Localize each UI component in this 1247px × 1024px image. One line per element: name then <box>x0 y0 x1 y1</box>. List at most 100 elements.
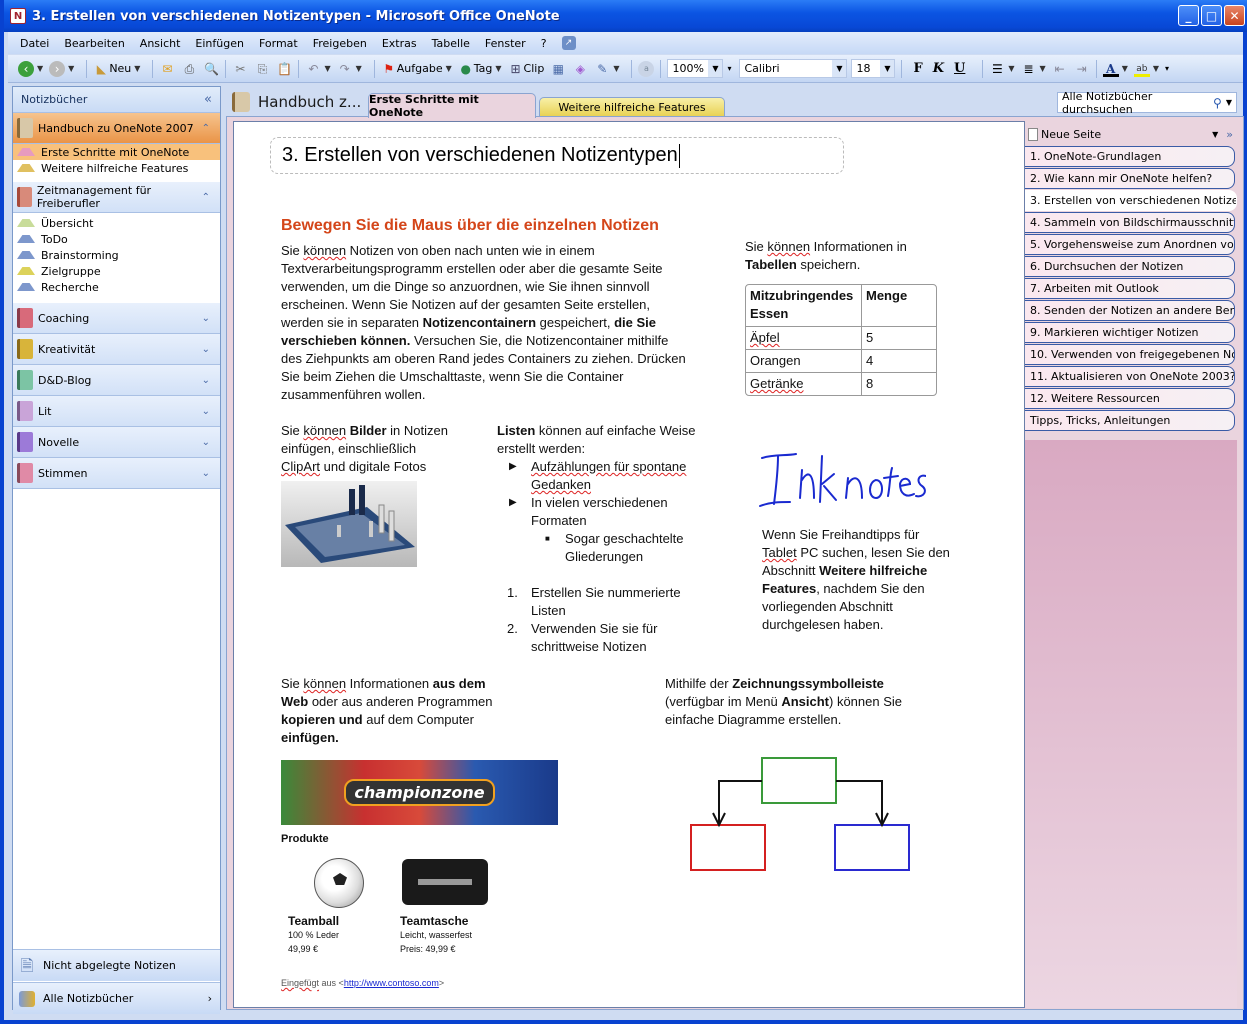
chevron-down-icon[interactable]: ▼ <box>1226 98 1232 107</box>
print-preview-icon[interactable]: 🔍 <box>203 61 219 77</box>
diagram-drawing[interactable] <box>684 750 924 874</box>
section-todo[interactable]: ToDo <box>13 231 220 247</box>
new-button[interactable]: ◣ Neu ▼ <box>93 61 141 77</box>
pen-button[interactable]: ✎ ▼ <box>594 61 619 77</box>
menu-fenster[interactable]: Fenster <box>485 37 526 50</box>
notebook-zeitmanagement[interactable]: Zeitmanagement für Freiberufler ⌃ <box>13 182 220 213</box>
page-tab[interactable]: 8. Senden der Notizen an andere Benutz <box>1025 300 1235 321</box>
task-button[interactable]: ⚑ Aufgabe ▼ <box>381 61 451 77</box>
note-container-table[interactable]: Sie können Informationen in Tabellen spe… <box>745 238 937 396</box>
section-erste-schritte[interactable]: Erste Schritte mit OneNote <box>13 144 220 160</box>
redo-button[interactable]: ↷ ▼ <box>337 61 362 77</box>
section-weitere-features[interactable]: Weitere hilfreiche Features <box>13 160 220 176</box>
notebook-dd-blog[interactable]: D&D-Blog ⌄ <box>13 365 220 396</box>
page-tab[interactable]: 6. Durchsuchen der Notizen <box>1025 256 1235 277</box>
notebook-kreativitaet[interactable]: Kreativität ⌄ <box>13 334 220 365</box>
menu-freigeben[interactable]: Freigeben <box>313 37 367 50</box>
diagram-box-top[interactable] <box>761 757 837 804</box>
collapse-pane-icon[interactable]: « <box>204 92 212 107</box>
paste-icon[interactable]: 📋 <box>276 61 292 77</box>
diagram-box-right[interactable] <box>834 824 910 871</box>
page-canvas[interactable]: 3. Erstellen von verschiedenen Notizenty… <box>233 121 1025 1008</box>
chevron-down-icon[interactable]: ⌄ <box>202 437 210 448</box>
notebook-novelle[interactable]: Novelle ⌄ <box>13 427 220 458</box>
teamtasche-image[interactable] <box>402 859 488 905</box>
note-container-lists[interactable]: Listen können auf einfache Weise erstell… <box>497 422 712 656</box>
chevron-up-icon[interactable]: ⌃ <box>202 123 210 134</box>
audio-icon[interactable]: a <box>638 60 655 77</box>
menu-datei[interactable]: Datei <box>20 37 49 50</box>
menu-ansicht[interactable]: Ansicht <box>140 37 181 50</box>
menu-extras[interactable]: Extras <box>382 37 417 50</box>
bullets-button[interactable]: ☰ ▼ <box>989 61 1015 77</box>
back-button[interactable]: ‹ ▼ <box>18 60 43 77</box>
page-tab[interactable]: 5. Vorgehensweise zum Anordnen von N <box>1025 234 1235 255</box>
note-container-drawing[interactable]: Mithilfe der Zeichnungssymbolleiste (ver… <box>665 675 925 729</box>
page-tab[interactable]: 1. OneNote-Grundlagen <box>1025 146 1235 167</box>
toolbar-options-icon[interactable]: ▾ <box>1165 64 1169 73</box>
search-icon[interactable]: ⚲ <box>1213 96 1222 110</box>
menu-bearbeiten[interactable]: Bearbeiten <box>64 37 124 50</box>
diagram-arrow-left[interactable] <box>712 780 762 828</box>
ink-drawing[interactable] <box>756 450 926 512</box>
zoom-select[interactable]: 100% ▼ <box>667 59 724 78</box>
close-button[interactable]: ✕ <box>1224 5 1245 26</box>
section-zielgruppe[interactable]: Zielgruppe <box>13 263 220 279</box>
tab-weitere-features[interactable]: Weitere hilfreiche Features <box>539 97 725 117</box>
menu-tabelle[interactable]: Tabelle <box>432 37 470 50</box>
diagram-arrow-right[interactable] <box>836 780 889 828</box>
unfiled-notes-button[interactable]: 🗎 Nicht abgelegte Notizen <box>13 949 220 981</box>
chevron-down-icon[interactable]: ▼ <box>1212 130 1218 139</box>
highlight-button[interactable]: ab ▼ <box>1133 61 1159 77</box>
email-icon[interactable]: ✉ <box>159 61 175 77</box>
numbering-button[interactable]: ≣ ▼ <box>1021 61 1046 77</box>
chevron-down-icon[interactable]: ⌄ <box>202 375 210 386</box>
print-icon[interactable]: ⎙ <box>181 61 197 77</box>
chevron-down-icon[interactable]: ⌄ <box>202 406 210 417</box>
menu-einfuegen[interactable]: Einfügen <box>195 37 244 50</box>
page-tab[interactable]: 2. Wie kann mir OneNote helfen? <box>1025 168 1235 189</box>
search-box[interactable]: Alle Notizbücher durchsuchen ⚲ ▼ <box>1057 90 1237 116</box>
italic-button[interactable]: K <box>933 61 944 76</box>
bold-button[interactable]: F <box>913 61 922 76</box>
font-size-select[interactable]: 18 ▼ <box>851 59 896 78</box>
page-tab[interactable]: Tipps, Tricks, Anleitungen <box>1025 410 1235 431</box>
undo-button[interactable]: ↶ ▼ <box>305 61 330 77</box>
chevron-up-icon[interactable]: ⌃ <box>202 192 210 203</box>
section-recherche[interactable]: Recherche <box>13 279 220 295</box>
championzone-banner[interactable]: championzone <box>281 760 558 825</box>
notebook-coaching[interactable]: Coaching ⌄ <box>13 303 220 334</box>
cut-icon[interactable]: ✂ <box>232 61 248 77</box>
menu-help[interactable]: ? <box>541 37 547 50</box>
note-container-ink[interactable]: Wenn Sie Freihandtipps für Tablet PC suc… <box>762 526 957 634</box>
notebook-lit[interactable]: Lit ⌄ <box>13 396 220 427</box>
notebook-handbuch[interactable]: Handbuch zu OneNote 2007 ⌃ <box>13 113 220 144</box>
note-container-web[interactable]: Sie können Informationen aus dem Web ode… <box>281 675 511 747</box>
expand-page-tabs-icon[interactable]: » <box>1226 128 1233 141</box>
new-page-button[interactable]: Neue Seite ▼ » <box>1025 122 1237 146</box>
page-tab[interactable]: 9. Markieren wichtiger Notizen <box>1025 322 1235 343</box>
page-tab[interactable]: 11. Aktualisieren von OneNote 2003? <box>1025 366 1235 387</box>
teamball-image[interactable] <box>314 858 364 908</box>
note-container-images[interactable]: Sie können Bilder in Notizen einfügen, e… <box>281 422 451 567</box>
all-notebooks-button[interactable]: Alle Notizbücher › <box>13 982 220 1014</box>
page-tab[interactable]: 4. Sammeln von Bildschirmausschnitten <box>1025 212 1235 233</box>
food-table[interactable]: Mitzubringendes Essen Menge Äpfel 5 Orange… <box>745 284 937 396</box>
menu-format[interactable]: Format <box>259 37 298 50</box>
source-link[interactable]: http://www.contoso.com <box>344 978 439 988</box>
section-brainstorming[interactable]: Brainstorming <box>13 247 220 263</box>
note-container-intro[interactable]: Bewegen Sie die Maus über die einzelnen … <box>281 215 691 404</box>
maximize-button[interactable]: □ <box>1201 5 1222 26</box>
chevron-down-icon[interactable]: ⌄ <box>202 344 210 355</box>
decrease-indent-icon[interactable]: ⇤ <box>1052 61 1068 77</box>
research-icon[interactable]: ◈ <box>572 61 588 77</box>
chevron-down-icon[interactable]: ⌄ <box>202 313 210 324</box>
full-page-view-icon[interactable]: ↗ <box>561 36 576 50</box>
forward-button[interactable]: › ▼ <box>49 60 74 77</box>
chevron-down-icon[interactable]: ⌄ <box>202 468 210 479</box>
page-tab[interactable]: 7. Arbeiten mit Outlook <box>1025 278 1235 299</box>
minimize-button[interactable]: _ <box>1178 5 1199 26</box>
page-title[interactable]: 3. Erstellen von verschiedenen Notizenty… <box>270 137 844 174</box>
increase-indent-icon[interactable]: ⇥ <box>1074 61 1090 77</box>
tag-button[interactable]: ● Tag ▼ <box>458 61 502 77</box>
